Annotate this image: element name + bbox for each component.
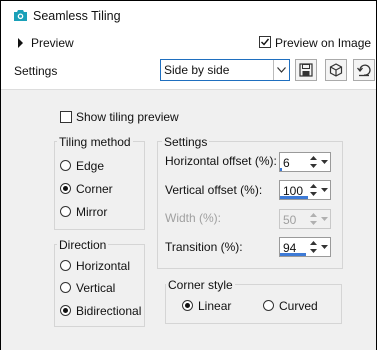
tiling-mirror-label: Mirror (76, 205, 108, 219)
dropdown-arrow-icon[interactable] (320, 154, 329, 170)
vertical-offset-bar (280, 196, 308, 199)
expand-arrow-icon[interactable] (18, 38, 23, 48)
checkmark-icon (261, 38, 270, 46)
direction-bidirectional-radio[interactable] (60, 305, 71, 316)
direction-title: Direction (57, 238, 109, 252)
tiling-corner-radio[interactable] (60, 183, 71, 194)
transition-spinbox[interactable]: 94 (279, 237, 331, 257)
tiling-method-title: Tiling method (57, 135, 133, 149)
horizontal-offset-value: 6 (283, 156, 290, 170)
spin-updown-icon[interactable] (309, 182, 318, 198)
seamless-tiling-dialog: Seamless Tiling Preview Preview on Image… (0, 0, 377, 350)
settings-group-title: Settings (162, 135, 210, 149)
transition-label: Transition (%): (165, 240, 243, 254)
title-bar: Seamless Tiling (1, 1, 376, 31)
corner-curved-radio[interactable] (263, 300, 274, 311)
direction-horizontal-label: Horizontal (76, 259, 131, 273)
preset-select[interactable]: Side by side (160, 59, 290, 81)
tiling-mirror-radio[interactable] (60, 206, 71, 217)
spin-updown-icon (310, 213, 317, 225)
tiling-corner-label: Corner (76, 182, 113, 196)
preview-on-image-checkbox[interactable] (259, 36, 271, 48)
direction-vertical-label: Vertical (76, 281, 116, 295)
direction-horizontal-radio[interactable] (60, 260, 71, 271)
horizontal-offset-bar (280, 168, 282, 171)
preview-toggle[interactable]: Preview (31, 36, 74, 50)
window-title: Seamless Tiling (33, 9, 121, 23)
tiling-edge-label: Edge (76, 159, 105, 173)
show-tiling-preview-checkbox[interactable] (60, 111, 72, 123)
show-tiling-preview-label: Show tiling preview (76, 110, 179, 124)
corner-linear-radio[interactable] (182, 300, 193, 311)
direction-bidirectional-label: Bidirectional (76, 304, 142, 318)
spin-updown-icon[interactable] (309, 154, 318, 170)
tiling-edge-radio[interactable] (60, 160, 71, 171)
cube-icon (329, 63, 343, 77)
save-icon (299, 63, 313, 77)
horizontal-offset-label: Horizontal offset (%): (165, 154, 277, 168)
save-preset-button[interactable] (295, 59, 317, 81)
preview-on-image-label: Preview on Image (275, 36, 372, 50)
spin-updown-icon[interactable] (309, 239, 318, 255)
corner-linear-label: Linear (198, 299, 232, 313)
reset-button[interactable] (353, 59, 375, 81)
vertical-offset-spinbox[interactable]: 100 (279, 180, 331, 200)
dropdown-arrow-icon[interactable] (320, 182, 329, 198)
dropdown-arrow-icon[interactable] (320, 239, 329, 255)
app-icon (13, 9, 28, 22)
horizontal-offset-spinbox[interactable]: 6 (279, 152, 331, 172)
corner-style-title: Corner style (166, 278, 235, 292)
width-label: Width (%): (165, 211, 222, 225)
transition-bar (280, 253, 306, 256)
preset-dropdown-button[interactable] (273, 60, 289, 80)
reset-icon (357, 64, 371, 77)
dropdown-arrow-icon (277, 67, 286, 73)
direction-vertical-radio[interactable] (60, 282, 71, 293)
settings-label: Settings (14, 64, 58, 78)
width-spinbox: 50 (279, 209, 331, 229)
vertical-offset-label: Vertical offset (%): (165, 183, 263, 197)
dropdown-arrow-icon (321, 217, 328, 221)
corner-curved-label: Curved (279, 299, 318, 313)
preset-value: Side by side (164, 63, 230, 77)
randomize-button[interactable] (325, 59, 347, 81)
width-value: 50 (283, 213, 297, 227)
